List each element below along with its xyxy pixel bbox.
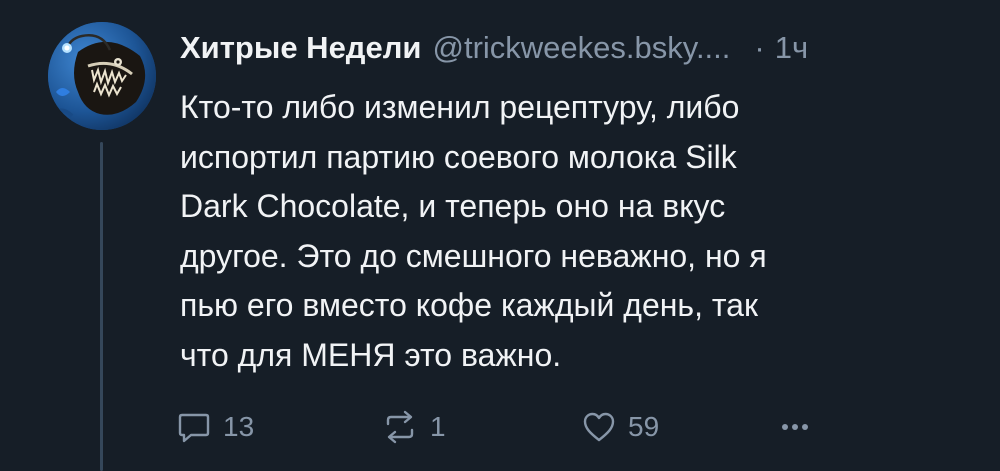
like-button[interactable]: 59 (580, 405, 659, 449)
reply-button[interactable]: 13 (175, 405, 254, 449)
author-display-name[interactable]: Хитрые Недели (180, 30, 421, 66)
header-separator: · (754, 30, 765, 65)
author-handle[interactable]: @trickweekes.bsky.... (432, 30, 730, 66)
more-icon (775, 408, 815, 446)
thread-line (100, 142, 103, 471)
reply-count: 13 (223, 411, 255, 442)
post-timestamp[interactable]: 1ч (775, 30, 808, 66)
heart-icon (580, 408, 618, 446)
repost-count: 1 (430, 411, 446, 442)
post[interactable]: Хитрые Недели @trickweekes.bsky.... · 1ч… (0, 0, 1000, 471)
post-text: Кто-то либо изменил рецептуру, либо испо… (180, 89, 767, 373)
post-actions: 13 1 59 (175, 405, 855, 449)
like-count: 59 (628, 411, 660, 442)
reply-icon (175, 408, 213, 446)
repost-icon (380, 408, 420, 446)
post-header: Хитрые Недели @trickweekes.bsky.... · 1ч (180, 26, 808, 70)
more-options-button[interactable] (775, 405, 815, 449)
avatar[interactable] (48, 22, 156, 130)
repost-button[interactable]: 1 (380, 405, 446, 449)
anglerfish-avatar-image (48, 22, 156, 130)
